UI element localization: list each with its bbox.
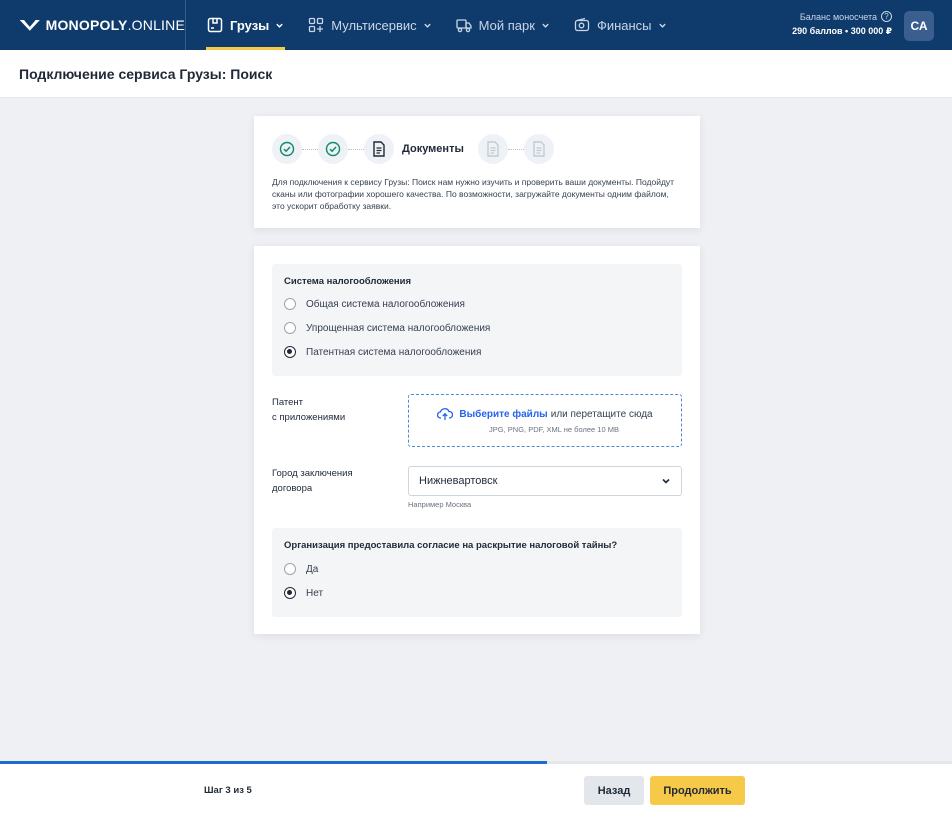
steps-description: Для подключения к сервису Грузы: Поиск н… (272, 177, 675, 211)
step-counter: Шаг 3 из 5 (204, 785, 252, 796)
patent-field-label: Патент с приложениями (272, 397, 346, 423)
check-circle-icon (279, 141, 295, 157)
chevron-down-icon (276, 23, 283, 28)
radio-button-checked[interactable] (284, 346, 296, 358)
cloud-upload-icon (437, 408, 454, 420)
balance-widget: Баланс моносчета ? 290 баллов • 300 000 … (792, 11, 892, 37)
radio-label: Да (306, 563, 319, 575)
nav-item-finance[interactable]: Финансы (573, 0, 668, 50)
chevron-down-icon (423, 23, 431, 28)
chevron-down-icon (542, 23, 549, 28)
step-separator (348, 148, 364, 150)
city-select-value: Нижневартовск (419, 475, 498, 487)
step-5-todo (523, 134, 554, 164)
step-separator (302, 148, 318, 150)
nav-item-cargo[interactable]: Грузы (206, 0, 286, 50)
dropzone-text: или перетащите сюда (550, 408, 653, 420)
radio-label: Общая система налогообложения (306, 298, 465, 310)
logo-icon (19, 19, 40, 31)
radio-yes[interactable]: Да (284, 557, 670, 581)
truck-icon (456, 19, 472, 33)
top-navigation-bar: MONOPOLY.ONLINE Грузы Мультисервис Мой п… (0, 0, 952, 50)
radio-simplified-tax[interactable]: Упрощенная система налогообложения (284, 316, 670, 340)
document-icon (487, 141, 499, 157)
wallet-icon (574, 17, 590, 32)
step-1-done (272, 134, 302, 164)
radio-button-checked[interactable] (284, 587, 296, 599)
patent-file-dropzone[interactable]: Выберите файлы или перетащите сюда JPG, … (408, 394, 682, 447)
logo[interactable]: MONOPOLY.ONLINE (0, 0, 186, 50)
form-card: Система налогообложения Общая система на… (254, 246, 700, 634)
tax-secret-group: Организация предоставила согласие на рас… (272, 528, 682, 617)
radio-no[interactable]: Нет (284, 581, 670, 605)
choose-files-link[interactable]: Выберите файлы (459, 409, 547, 420)
radio-general-tax[interactable]: Общая система налогообложения (284, 292, 670, 316)
steps-card: Документы Для подключения к сервису Груз… (254, 116, 700, 228)
city-hint: Например Москва (408, 500, 472, 509)
main-nav: Грузы Мультисервис Мой парк Финансы (206, 0, 690, 50)
continue-button[interactable]: Продолжить (650, 776, 745, 805)
back-button[interactable]: Назад (584, 776, 644, 805)
radio-button[interactable] (284, 298, 296, 310)
nav-item-label: Мой парк (478, 17, 535, 33)
radio-button[interactable] (284, 322, 296, 334)
radio-label: Нет (306, 587, 324, 599)
nav-item-label: Финансы (596, 17, 652, 33)
tax-system-title: Система налогообложения (284, 276, 412, 287)
stepper: Документы (272, 134, 682, 164)
logo-text: MONOPOLY.ONLINE (45, 17, 185, 33)
step-4-todo (477, 134, 508, 164)
step-separator (507, 148, 524, 150)
chevron-down-icon (658, 23, 666, 28)
nav-item-label: Мультисервис (331, 17, 417, 33)
step-2-done (318, 134, 348, 164)
wizard-footer: Шаг 3 из 5 Назад Продолжить (0, 764, 952, 818)
radio-label: Упрощенная система налогообложения (306, 322, 491, 334)
document-icon (373, 141, 385, 157)
city-field-label: Город заключения договора (272, 468, 353, 494)
chevron-down-icon (662, 478, 670, 484)
tax-secret-title: Организация предоставила согласие на рас… (284, 540, 618, 551)
tax-system-group: Система налогообложения Общая система на… (272, 264, 682, 376)
radio-patent-tax[interactable]: Патентная система налогообложения (284, 340, 670, 364)
balance-value: 290 баллов • 300 000 ₽ (792, 26, 892, 36)
step-3-current (364, 134, 394, 164)
grid-plus-icon (309, 17, 324, 33)
page-title: Подключение сервиса Грузы: Поиск (19, 65, 273, 82)
document-icon (533, 141, 545, 157)
page-title-bar: Подключение сервиса Грузы: Поиск (0, 50, 952, 98)
nav-item-label: Грузы (230, 17, 270, 33)
dropzone-hint: JPG, PNG, PDF, XML не более 10 MB (489, 425, 619, 434)
nav-item-my-fleet[interactable]: Мой парк (455, 0, 551, 50)
check-circle-icon (325, 141, 341, 157)
user-avatar[interactable]: СА (904, 11, 934, 41)
balance-label: Баланс моносчета ? (792, 11, 892, 22)
cargo-box-icon (207, 17, 223, 33)
nav-item-multiservice[interactable]: Мультисервис (307, 0, 432, 50)
city-select[interactable]: Нижневартовск (408, 466, 682, 496)
step-current-label: Документы (402, 143, 464, 155)
help-icon[interactable]: ? (881, 11, 892, 22)
radio-button[interactable] (284, 563, 296, 575)
radio-label: Патентная система налогообложения (306, 346, 482, 358)
